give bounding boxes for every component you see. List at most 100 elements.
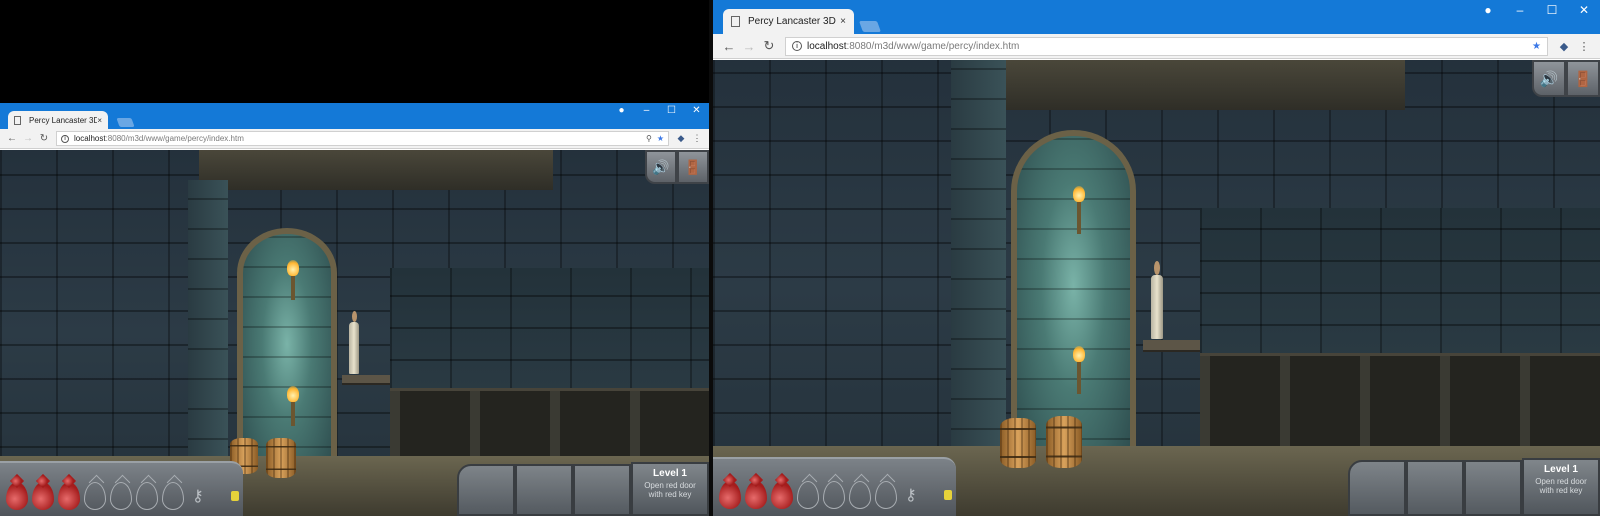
sound-icon: 🔊 [1539, 70, 1559, 88]
status-led [944, 489, 952, 500]
health-drop-full [771, 480, 793, 509]
hud-top-controls: 🔊 🚪 [1532, 60, 1600, 97]
key-icon: ⚷ [905, 486, 917, 504]
title-bar: Percy Lancaster 3D × ● – ☐ ✕ [0, 103, 709, 129]
sound-button[interactable]: 🔊 [645, 150, 677, 184]
status-led [231, 490, 239, 501]
profile-icon[interactable]: ● [609, 103, 634, 119]
health-drop-empty [110, 481, 132, 510]
health-drop-full [719, 480, 741, 509]
extension-icon[interactable]: ◆ [1554, 40, 1574, 53]
health-drop-empty [797, 480, 819, 509]
menu-icon[interactable]: ⋮ [1574, 40, 1594, 53]
maximize-icon[interactable]: ☐ [1536, 0, 1568, 20]
inventory-slot[interactable] [457, 464, 515, 516]
tab-title: Percy Lancaster 3D [748, 16, 836, 27]
ceiling [961, 60, 1405, 111]
minimize-icon[interactable]: – [1504, 0, 1536, 20]
torch [1073, 186, 1085, 234]
page-icon [731, 16, 740, 27]
right-wall-block [1200, 208, 1600, 358]
level-panel: Level 1 Open red door with red key [1522, 458, 1600, 516]
barrel [1046, 416, 1082, 468]
inventory-slot[interactable] [515, 464, 573, 516]
key-icon: ⚷ [192, 487, 204, 505]
reload-icon[interactable]: ↻ [759, 38, 779, 54]
health-drop-empty [84, 481, 106, 510]
health-drop-full [745, 480, 767, 509]
health-drop-empty [849, 480, 871, 509]
close-icon[interactable]: ✕ [1568, 0, 1600, 20]
url-host: localhost [74, 134, 106, 143]
window-controls: ● – ☐ ✕ [1472, 0, 1600, 20]
maximize-icon[interactable]: ☐ [659, 103, 684, 119]
wall-pillar [188, 180, 228, 470]
page-icon [14, 115, 21, 125]
browser-toolbar: ← → ↻ i localhost:8080/m3d/www/game/perc… [0, 129, 709, 149]
inventory-slot[interactable] [1464, 460, 1522, 516]
health-drop-empty [875, 480, 897, 509]
window-controls: ● – ☐ ✕ [609, 103, 709, 119]
address-bar[interactable]: i localhost:8080/m3d/www/game/percy/inde… [56, 131, 669, 146]
zoom-icon[interactable]: ⚲ [646, 134, 652, 143]
level-panel: Level 1 Open red door with red key [631, 462, 709, 516]
url-path: :8080/m3d/www/game/percy/index.htm [105, 134, 244, 143]
extension-icon[interactable]: ◆ [673, 133, 689, 144]
health-bar: ⚷ [713, 457, 956, 516]
level-objective: Open red door with red key [644, 481, 696, 500]
game-viewport[interactable]: 🔊 🚪 ⚷ Level 1 Open red door with red key [0, 150, 709, 516]
address-bar[interactable]: i localhost:8080/m3d/www/game/percy/inde… [785, 36, 1548, 56]
ledge [1143, 340, 1200, 352]
new-tab-button[interactable] [116, 118, 135, 127]
health-drop-empty [162, 481, 184, 510]
health-drop-empty [136, 481, 158, 510]
game-viewport[interactable]: 🔊 🚪 ⚷ Level 1 Open red door with red key [713, 60, 1600, 516]
forward-icon[interactable]: → [20, 133, 36, 144]
level-title: Level 1 [1544, 464, 1578, 475]
reload-icon[interactable]: ↻ [36, 133, 52, 144]
close-icon[interactable]: ✕ [684, 103, 709, 119]
browser-toolbar: ← → ↻ i localhost:8080/m3d/www/game/perc… [713, 34, 1600, 59]
level-objective: Open red door with red key [1535, 477, 1587, 496]
exit-button[interactable]: 🚪 [1566, 60, 1600, 97]
health-bar: ⚷ [0, 461, 243, 516]
info-icon[interactable]: i [792, 41, 802, 51]
exit-icon: 🚪 [684, 158, 702, 175]
browser-tab[interactable]: Percy Lancaster 3D × [8, 111, 108, 129]
back-icon[interactable]: ← [4, 133, 20, 144]
player-character [1151, 260, 1163, 339]
info-icon[interactable]: i [61, 134, 69, 143]
ceiling [198, 150, 554, 191]
tab-close-icon[interactable]: × [97, 116, 102, 125]
barrel [266, 438, 296, 478]
sound-button[interactable]: 🔊 [1532, 60, 1566, 97]
exit-button[interactable]: 🚪 [677, 150, 709, 184]
browser-window-right: Percy Lancaster 3D × ● – ☐ ✕ ← → ↻ i loc… [713, 0, 1600, 516]
star-icon[interactable]: ★ [1532, 41, 1541, 52]
torch [287, 386, 299, 426]
minimize-icon[interactable]: – [634, 103, 659, 119]
forward-icon[interactable]: → [739, 39, 759, 54]
wall-pillar [951, 60, 1006, 460]
exit-icon: 🚪 [1573, 70, 1593, 88]
inventory-slot[interactable] [573, 464, 631, 516]
inventory-slot[interactable] [1348, 460, 1406, 516]
sound-icon: 🔊 [652, 158, 670, 175]
health-drop-full [6, 481, 28, 510]
title-bar: Percy Lancaster 3D × ● – ☐ ✕ [713, 0, 1600, 34]
health-drop-empty [823, 480, 845, 509]
player-character [349, 310, 359, 374]
hud-top-controls: 🔊 🚪 [645, 150, 709, 184]
menu-icon[interactable]: ⋮ [689, 133, 705, 144]
star-icon[interactable]: ★ [657, 134, 664, 143]
new-tab-button[interactable] [858, 21, 882, 32]
browser-window-left: Percy Lancaster 3D × ● – ☐ ✕ ← → ↻ i loc… [0, 103, 709, 516]
browser-tab[interactable]: Percy Lancaster 3D × [723, 9, 854, 34]
hud-inventory: Level 1 Open red door with red key [1348, 458, 1600, 516]
tab-close-icon[interactable]: × [840, 16, 846, 27]
inventory-slot[interactable] [1406, 460, 1464, 516]
profile-icon[interactable]: ● [1472, 0, 1504, 20]
level-title: Level 1 [653, 468, 687, 479]
back-icon[interactable]: ← [719, 39, 739, 54]
torch [1073, 346, 1085, 394]
